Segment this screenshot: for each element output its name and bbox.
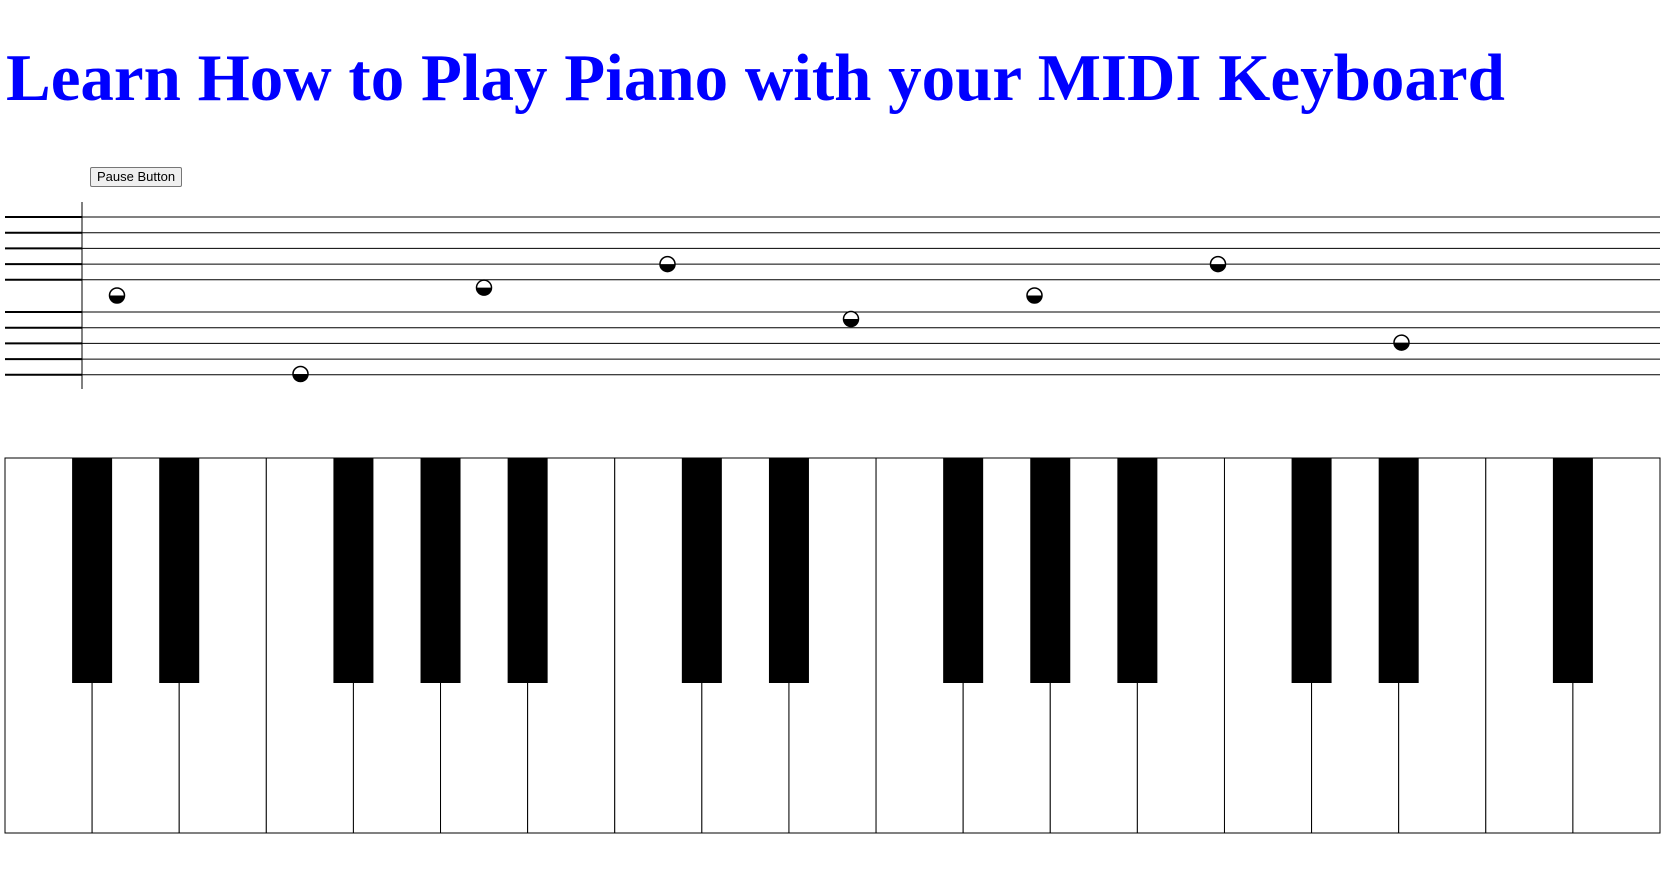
- half-note-icon: [475, 279, 493, 296]
- piano-keyboard: [4, 457, 1661, 834]
- half-note-icon: [1026, 287, 1043, 304]
- black-key[interactable]: [1030, 458, 1071, 683]
- music-staff: [5, 202, 1660, 389]
- black-key[interactable]: [159, 458, 200, 683]
- half-note-icon: [842, 310, 860, 328]
- black-key[interactable]: [420, 458, 461, 683]
- black-key[interactable]: [768, 458, 809, 683]
- black-key[interactable]: [1378, 458, 1419, 683]
- staff-notes: [108, 255, 1410, 383]
- pause-button[interactable]: Pause Button: [90, 167, 183, 187]
- black-key[interactable]: [943, 458, 984, 683]
- black-key[interactable]: [333, 458, 374, 683]
- black-key[interactable]: [72, 458, 113, 683]
- half-note-icon: [108, 287, 126, 304]
- black-key[interactable]: [681, 458, 722, 683]
- page-title: Learn How to Play Piano with your MIDI K…: [6, 41, 1505, 115]
- staff-lines: [5, 202, 1660, 389]
- half-note-icon: [292, 365, 309, 383]
- half-note-icon: [1209, 255, 1227, 273]
- black-key[interactable]: [507, 458, 548, 683]
- black-key[interactable]: [1117, 458, 1158, 683]
- black-key[interactable]: [1291, 458, 1332, 683]
- half-note-icon: [1393, 334, 1410, 351]
- black-key[interactable]: [1552, 458, 1593, 683]
- half-note-icon: [659, 255, 676, 273]
